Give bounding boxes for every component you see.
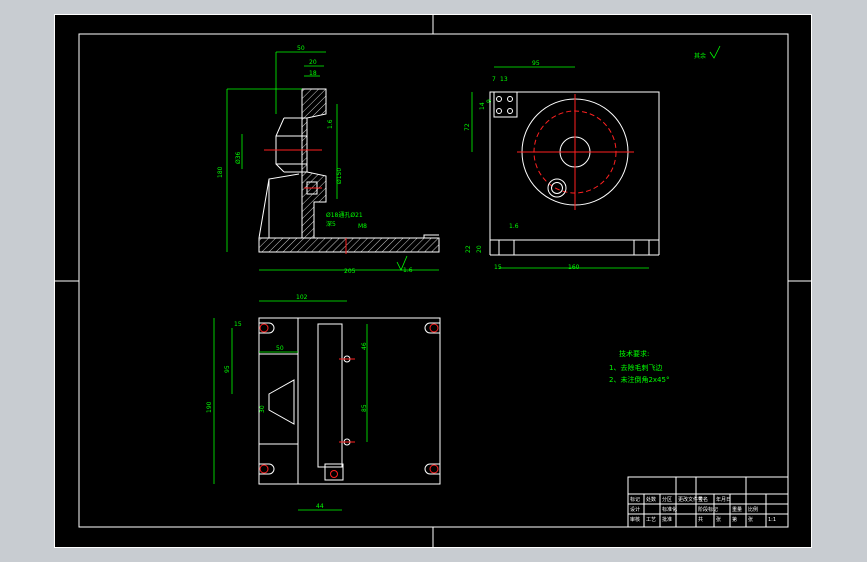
dim-190: 190 xyxy=(206,401,213,413)
tb-cell: 年月日 xyxy=(716,496,731,503)
tb-cell: 工艺 xyxy=(646,517,656,523)
top-view: 95 7 13 14 9 72 1.6 22 20 15 160 xyxy=(464,60,660,271)
dim-13: 13 xyxy=(500,76,508,83)
dim-15b: 15 xyxy=(234,321,242,328)
dim-44: 44 xyxy=(316,503,324,510)
dim-205: 205 xyxy=(344,268,356,275)
tb-cell: 共 xyxy=(698,516,703,523)
tb-cell: 处数 xyxy=(646,496,656,503)
outer-border xyxy=(54,14,812,548)
dim-9: 9 xyxy=(486,99,493,103)
roughness-note: 其余 xyxy=(694,52,706,60)
dim-72: 72 xyxy=(464,123,471,131)
dim-30: 30 xyxy=(259,405,266,413)
tb-cell: 第 xyxy=(732,516,737,523)
dim-14: 14 xyxy=(479,102,486,110)
drawing-sheet: 50 20 18 180 Ø36 Ø150 1.6 Ø18通孔Ø21 深5 M8… xyxy=(54,14,812,548)
tb-cell: 设计 xyxy=(630,506,640,513)
tb-cell: 张 xyxy=(716,516,721,523)
dim-phi36: Ø36 xyxy=(235,151,242,164)
dim-102: 102 xyxy=(296,294,308,301)
title-block: 标记 处数 分区 更改文件号 签名 年月日 设计 标准化 阶段标记 重量 比例 … xyxy=(627,476,789,528)
tb-cell: 比例 xyxy=(748,506,758,513)
dim-phi18-hole: Ø18通孔Ø21 xyxy=(326,211,363,219)
dim-95: 95 xyxy=(532,60,540,67)
roughness-1.6-a: 1.6 xyxy=(327,119,334,129)
tb-cell: 审核 xyxy=(630,516,640,523)
dim-85: 85 xyxy=(361,404,368,412)
tb-cell: 重量 xyxy=(732,506,742,513)
tech-item-1: 1、去除毛刺飞边 xyxy=(609,363,662,372)
dim-160: 160 xyxy=(568,264,580,271)
tb-cell: 分区 xyxy=(662,496,672,503)
dim-phi150: Ø150 xyxy=(336,168,343,184)
tb-cell: 签名 xyxy=(698,496,708,503)
dim-18: 18 xyxy=(309,70,317,77)
tb-cell: 张 xyxy=(748,516,753,523)
bottom-view: 102 15 95 50 190 30 46 85 44 xyxy=(206,294,441,511)
dim-50: 50 xyxy=(297,45,305,52)
dim-15: 15 xyxy=(494,264,502,271)
dim-22: 22 xyxy=(465,245,472,253)
tb-cell: 标准化 xyxy=(662,506,677,513)
dim-m8: M8 xyxy=(358,223,367,230)
tb-cell: 1:1 xyxy=(768,517,776,523)
tb-cell: 批准 xyxy=(662,516,672,523)
tb-cell: 阶段标记 xyxy=(698,506,718,513)
tech-requirements: 技术要求: 1、去除毛刺飞边 2、未注倒角2x45° xyxy=(609,349,669,384)
dim-180: 180 xyxy=(217,166,224,178)
dim-7: 7 xyxy=(492,76,496,83)
roughness-1.6-c: 1.6 xyxy=(509,223,519,230)
tech-title: 技术要求: xyxy=(619,349,649,358)
dim-95b: 95 xyxy=(224,365,231,373)
inner-border xyxy=(78,33,789,528)
tb-cell: 标记 xyxy=(630,496,640,503)
front-view: 50 20 18 180 Ø36 Ø150 1.6 Ø18通孔Ø21 深5 M8… xyxy=(217,45,440,275)
dim-50b: 50 xyxy=(276,345,284,352)
roughness-1.6-b: 1.6 xyxy=(403,267,413,274)
dim-20b: 20 xyxy=(476,245,483,253)
dim-20: 20 xyxy=(309,59,317,66)
dim-46: 46 xyxy=(361,342,368,350)
tech-item-2: 2、未注倒角2x45° xyxy=(609,375,669,384)
dim-depth: 深5 xyxy=(326,220,336,228)
cad-drawing: 50 20 18 180 Ø36 Ø150 1.6 Ø18通孔Ø21 深5 M8… xyxy=(54,14,812,548)
